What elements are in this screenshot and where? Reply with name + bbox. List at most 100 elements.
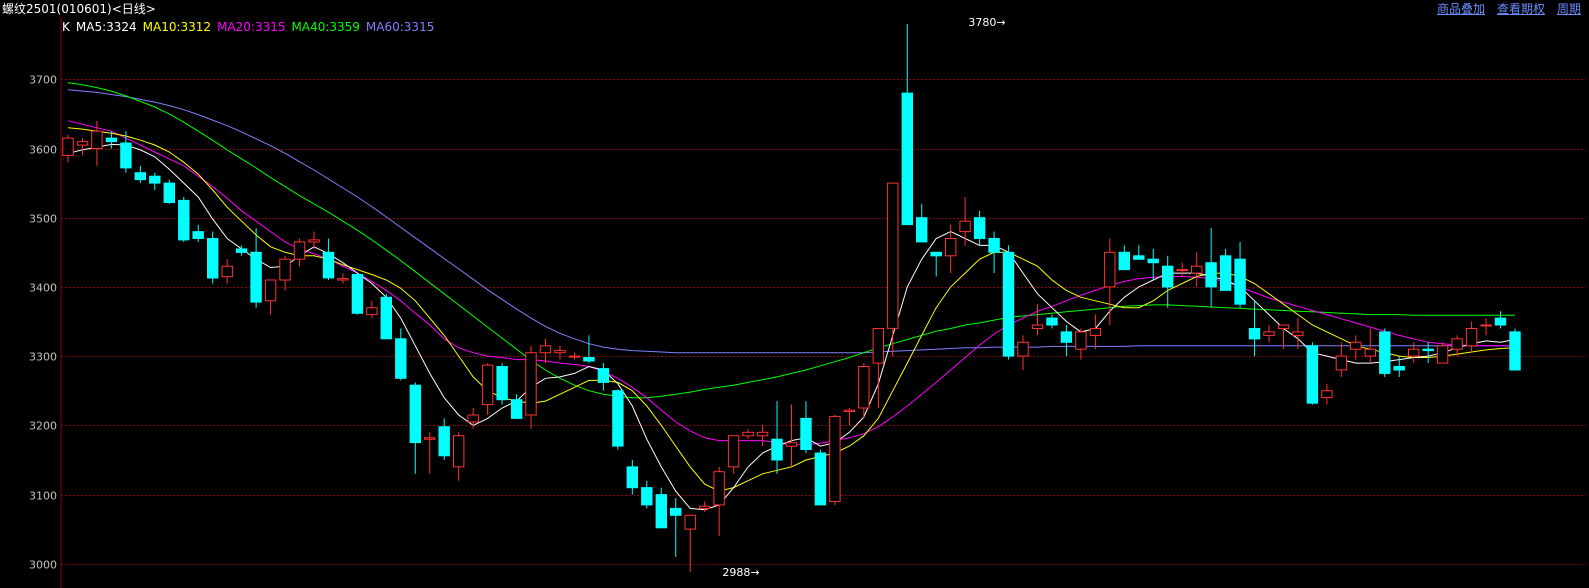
y-tick-label: 3400 — [29, 282, 57, 295]
y-tick-label: 3200 — [29, 420, 57, 433]
candle-body — [539, 345, 552, 354]
candle-body — [1494, 317, 1507, 326]
candle — [76, 138, 89, 156]
candle — [380, 293, 393, 340]
candle — [1176, 262, 1188, 277]
candle-body — [916, 217, 928, 243]
candle — [453, 432, 465, 481]
candle-body — [1133, 255, 1145, 260]
y-tick-label: 3000 — [29, 559, 57, 572]
candle-body — [973, 217, 986, 239]
candle — [163, 179, 176, 204]
candle — [1234, 241, 1246, 308]
candle — [1379, 328, 1391, 377]
candle — [1436, 342, 1449, 364]
candle-body — [1422, 348, 1434, 352]
candle-body — [481, 364, 494, 406]
candle-body — [438, 426, 450, 457]
candle-body — [843, 409, 856, 413]
candle-body — [1075, 331, 1087, 350]
candle-body — [293, 241, 306, 260]
candle-body — [814, 452, 827, 506]
candle — [930, 251, 942, 277]
candle-body — [771, 438, 783, 461]
candle — [1031, 304, 1044, 336]
candle-body — [858, 366, 870, 409]
candle-body — [1321, 390, 1333, 399]
candle — [539, 338, 552, 364]
candle — [655, 487, 667, 529]
candle — [424, 432, 436, 474]
candle — [1465, 321, 1478, 353]
candle — [264, 279, 277, 315]
candle — [1263, 324, 1275, 343]
candle-body — [496, 366, 508, 401]
candle-body — [178, 199, 190, 241]
ma60-line — [67, 89, 1515, 354]
candle-body — [554, 350, 566, 354]
candle — [597, 363, 610, 391]
candle — [1133, 245, 1145, 260]
candle-body — [163, 182, 176, 204]
candle-body — [279, 258, 291, 281]
candle — [481, 363, 494, 415]
candle — [351, 273, 364, 315]
low-price-label: 2988→ — [722, 566, 759, 579]
candle — [1118, 245, 1130, 271]
candle — [1509, 328, 1521, 371]
candle-body — [264, 279, 277, 302]
candle — [1060, 324, 1073, 357]
candle-body — [424, 437, 436, 440]
candle-body — [901, 92, 913, 226]
candle-body — [1219, 255, 1232, 291]
candle — [134, 165, 147, 184]
candle — [568, 352, 581, 360]
candle — [1002, 245, 1015, 360]
candle-body — [872, 328, 884, 364]
candle-body — [1292, 331, 1304, 336]
candle — [670, 498, 682, 557]
candle — [221, 259, 233, 284]
candle-body — [1465, 328, 1478, 347]
candle-body — [192, 231, 204, 240]
candle — [279, 255, 291, 291]
candle-body — [655, 494, 667, 529]
candle — [843, 408, 856, 426]
candle-body — [626, 466, 638, 489]
candle-body — [1017, 341, 1029, 357]
candle — [91, 120, 103, 166]
candle-body — [1060, 331, 1073, 343]
candle — [771, 401, 783, 474]
candle-body — [380, 296, 393, 340]
candle — [1104, 238, 1116, 325]
candle — [308, 231, 320, 249]
y-tick-label: 3500 — [29, 213, 57, 226]
candle-body — [959, 220, 971, 233]
y-tick-label: 3300 — [29, 351, 57, 364]
candle — [1219, 248, 1232, 291]
candle-body — [670, 507, 682, 516]
candle — [438, 418, 450, 460]
candle-body — [1234, 258, 1246, 305]
candle — [554, 345, 566, 360]
candle-body — [1248, 328, 1261, 340]
candle-body — [1379, 331, 1391, 374]
candle — [1205, 228, 1217, 308]
candle-body — [1118, 251, 1130, 271]
candle — [192, 224, 204, 242]
candle — [858, 363, 870, 419]
candle-body — [453, 435, 465, 468]
candle-body — [120, 142, 132, 169]
candle — [1046, 314, 1058, 329]
candle-body — [1509, 331, 1521, 371]
candle-body — [612, 390, 624, 447]
candle — [973, 210, 986, 246]
candle-body — [1436, 345, 1449, 364]
candle — [641, 480, 653, 509]
candle-body — [1162, 265, 1174, 288]
high-price-label: 3780→ — [968, 16, 1005, 29]
candlestick-chart[interactable]: 3000 3100 3200 3300 3400 3500 3600 3700 3780→ 298… — [0, 0, 1589, 588]
candle-body — [221, 265, 233, 278]
candle-body — [1176, 269, 1188, 272]
candle — [945, 224, 957, 274]
